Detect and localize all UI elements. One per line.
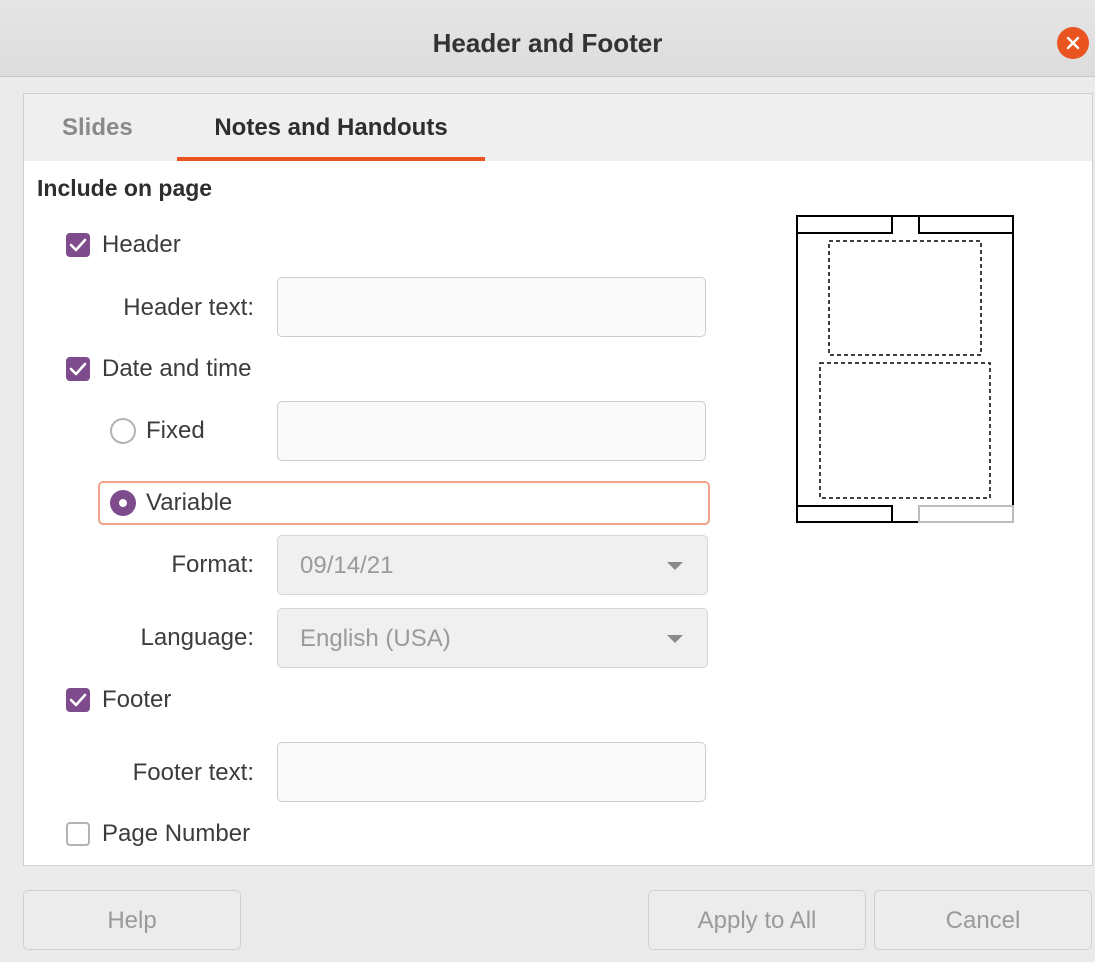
preview-page-number-area xyxy=(918,505,1014,523)
format-select[interactable]: 09/14/21 xyxy=(277,535,708,595)
header-checkbox[interactable] xyxy=(66,233,90,257)
variable-radio-label: Variable xyxy=(146,489,233,516)
page-number-checkbox-label: Page Number xyxy=(102,820,251,847)
close-button[interactable] xyxy=(1057,27,1089,59)
format-label: Format: xyxy=(171,551,254,578)
footer-text-label: Footer text: xyxy=(132,759,254,786)
format-select-value: 09/14/21 xyxy=(300,552,394,579)
fixed-radio-label: Fixed xyxy=(146,417,205,444)
fixed-radio[interactable] xyxy=(110,418,136,444)
checkmark-icon xyxy=(69,238,87,252)
chevron-down-icon xyxy=(667,635,683,643)
tab-bar: Slides Notes and Handouts xyxy=(23,93,1093,162)
variable-radio[interactable] xyxy=(110,490,136,516)
dialog-title: Header and Footer xyxy=(432,28,663,58)
date-time-checkbox[interactable] xyxy=(66,357,90,381)
tab-slides[interactable]: Slides xyxy=(62,94,133,161)
date-time-checkbox-label: Date and time xyxy=(102,355,252,382)
tab-notes-and-handouts[interactable]: Notes and Handouts xyxy=(177,94,485,161)
footer-checkbox[interactable] xyxy=(66,688,90,712)
page-layout-preview xyxy=(796,215,1016,530)
language-label: Language: xyxy=(140,624,254,651)
checkmark-icon xyxy=(69,693,87,707)
chevron-down-icon xyxy=(667,562,683,570)
cancel-button[interactable]: Cancel xyxy=(874,890,1092,950)
footer-checkbox-label: Footer xyxy=(102,686,172,713)
help-button[interactable]: Help xyxy=(23,890,241,950)
language-select-value: English (USA) xyxy=(300,625,451,652)
preview-header-left-area xyxy=(796,215,893,234)
apply-to-all-button[interactable]: Apply to All xyxy=(648,890,866,950)
page-number-checkbox[interactable] xyxy=(66,822,90,846)
close-icon xyxy=(1066,36,1080,50)
fixed-date-input[interactable] xyxy=(277,401,706,461)
title-bar: Header and Footer xyxy=(0,0,1095,77)
language-select[interactable]: English (USA) xyxy=(277,608,708,668)
checkmark-icon xyxy=(69,362,87,376)
preview-footer-area xyxy=(796,505,893,523)
header-text-input[interactable] xyxy=(277,277,706,337)
header-text-label: Header text: xyxy=(123,294,254,321)
preview-header-right-area xyxy=(918,215,1014,234)
footer-text-input[interactable] xyxy=(277,742,706,802)
header-checkbox-label: Header xyxy=(102,231,181,258)
tab-panel: Include on page Header Header text: Date… xyxy=(23,161,1093,866)
section-title: Include on page xyxy=(37,175,213,201)
